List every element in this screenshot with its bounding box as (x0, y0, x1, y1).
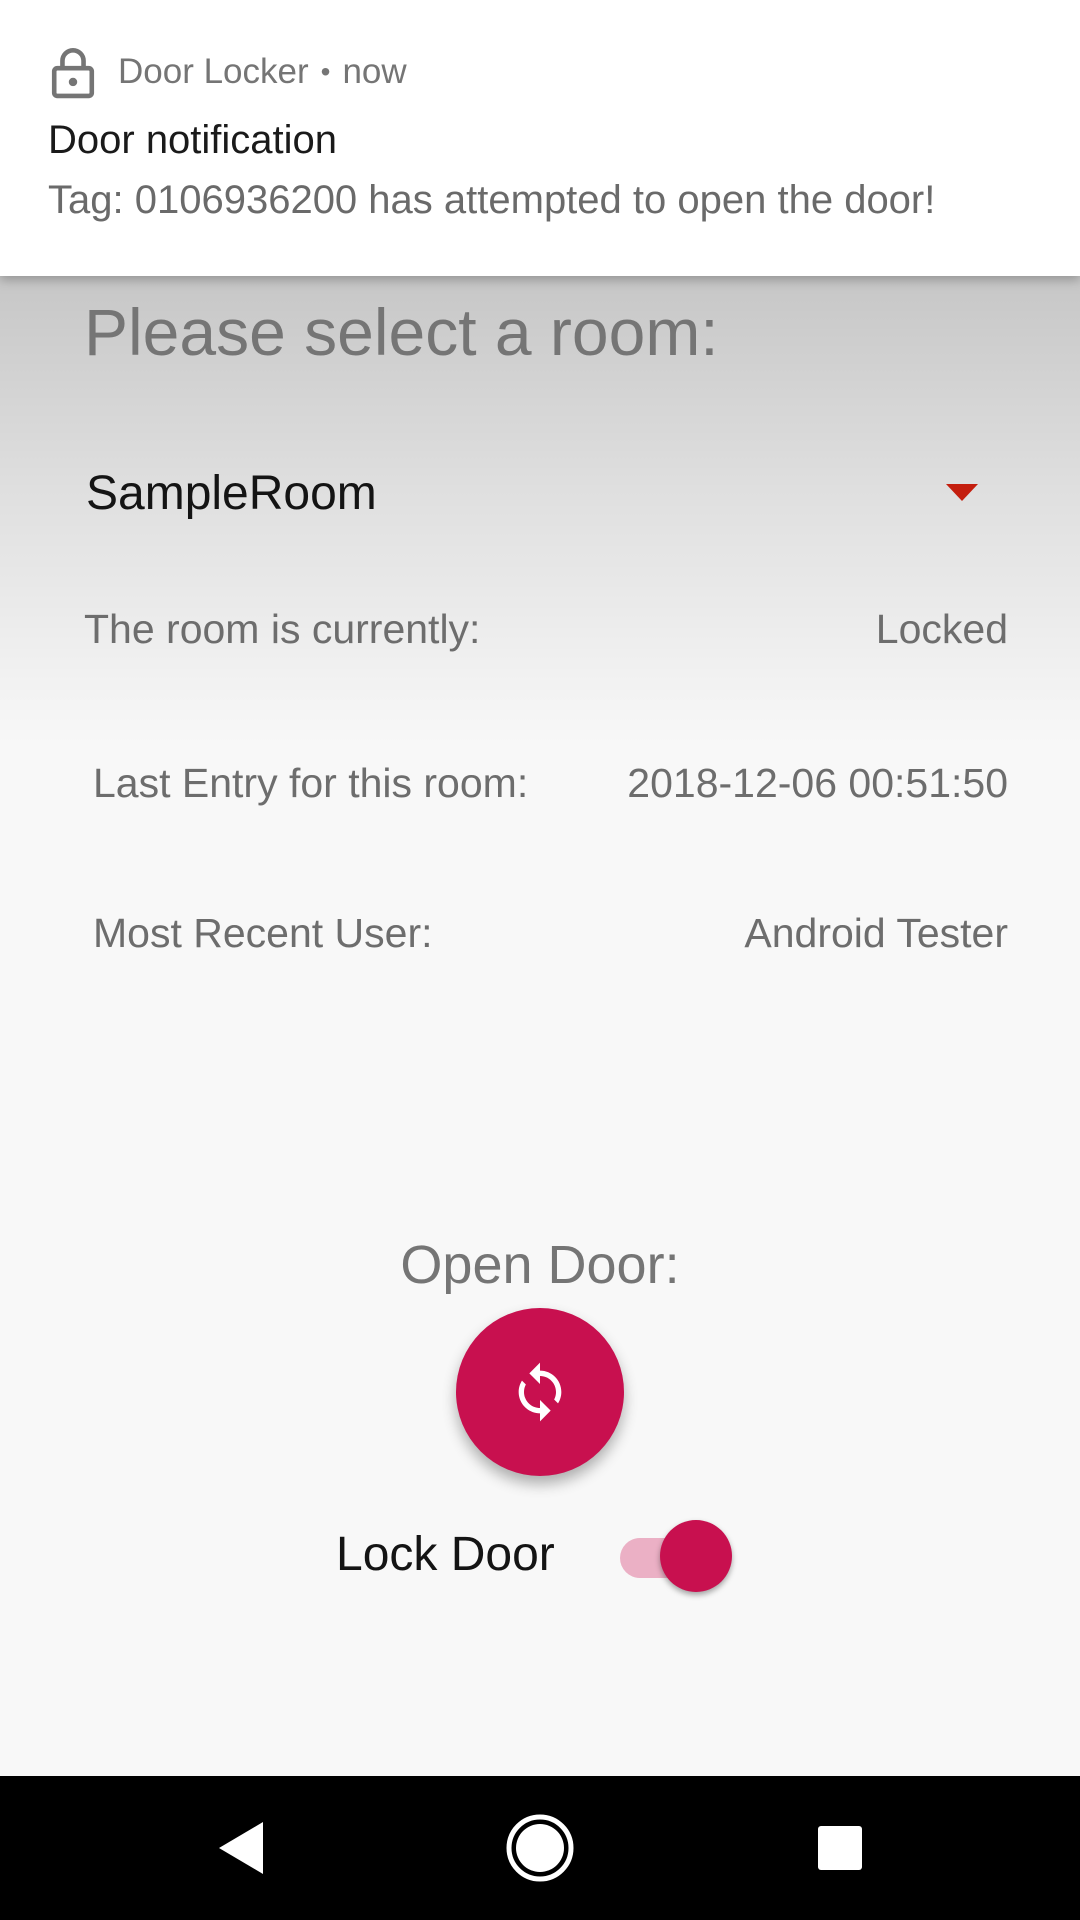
recents-icon (818, 1826, 862, 1870)
refresh-icon (518, 1362, 562, 1422)
door-notification[interactable]: Door Locker • now Door notification Tag:… (0, 0, 1080, 276)
room-spinner-value: SampleRoom (86, 467, 377, 520)
recent-user-value: Android Tester (744, 910, 1008, 956)
lock-door-label: Lock Door (336, 1528, 555, 1581)
back-icon (219, 1822, 263, 1874)
recents-button[interactable] (750, 1776, 930, 1920)
recent-user-label: Most Recent User: (93, 910, 433, 956)
switch-thumb (660, 1520, 732, 1592)
lock-door-switch[interactable] (612, 1520, 732, 1596)
page-title: Please select a room: (84, 295, 719, 369)
open-door-label: Open Door: (400, 1235, 680, 1295)
notification-app-name: Door Locker (118, 52, 309, 91)
notification-title: Door notification (48, 118, 338, 162)
notification-header: Door Locker • now (50, 44, 407, 100)
last-entry-label: Last Entry for this room: (93, 760, 529, 806)
navigation-bar (0, 1776, 1080, 1920)
back-button[interactable] (150, 1776, 330, 1920)
home-button[interactable] (450, 1776, 630, 1920)
notification-body: Tag: 0106936200 has attempted to open th… (48, 178, 936, 222)
dropdown-caret-icon (946, 484, 978, 501)
room-spinner[interactable]: SampleRoom (86, 448, 1006, 538)
lock-icon (51, 48, 95, 99)
room-status-label: The room is currently: (84, 606, 481, 652)
notification-time: now (342, 52, 407, 91)
home-icon (506, 1814, 574, 1882)
room-status-value: Locked (875, 606, 1008, 652)
last-entry-value: 2018-12-06 00:51:50 (627, 760, 1008, 806)
open-door-button[interactable] (456, 1308, 624, 1476)
notification-separator: • (320, 56, 331, 87)
